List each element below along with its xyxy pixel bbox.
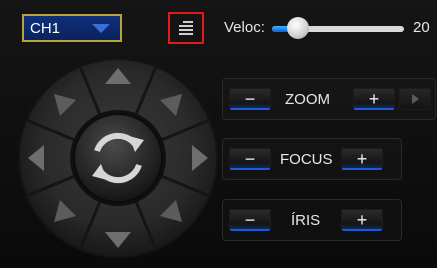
channel-select[interactable]: CH1	[22, 14, 122, 42]
focus-control-row: − FOCUS +	[222, 138, 402, 180]
play-icon	[411, 94, 419, 104]
focus-minus-button[interactable]: −	[229, 148, 271, 170]
speed-label: Veloc:	[224, 19, 265, 36]
focus-label: FOCUS	[280, 151, 333, 168]
speed-slider[interactable]	[272, 17, 404, 39]
iris-plus-button[interactable]: +	[341, 209, 383, 231]
zoom-label: ZOOM	[285, 91, 330, 108]
iris-minus-button[interactable]: −	[229, 209, 271, 231]
zoom-minus-button[interactable]: −	[229, 88, 271, 110]
chevron-down-icon	[92, 23, 110, 33]
speed-slider-thumb[interactable]	[287, 17, 309, 39]
iris-label: ÍRIS	[291, 212, 321, 229]
auto-rotate-button[interactable]	[73, 113, 163, 203]
zoom-plus-button[interactable]: +	[353, 88, 395, 110]
zoom-extra-button[interactable]	[399, 88, 431, 110]
list-menu-icon	[179, 19, 193, 37]
zoom-control-row: − ZOOM +	[222, 78, 436, 120]
menu-button[interactable]	[168, 12, 204, 44]
speed-value: 20	[413, 19, 430, 36]
iris-control-row: − ÍRIS +	[222, 199, 402, 241]
ptz-direction-wheel	[18, 58, 218, 258]
ptz-control-panel: CH1 Veloc: 20 − ZOOM + − FOCUS + − ÍRIS …	[0, 0, 437, 268]
channel-select-value: CH1	[30, 19, 61, 37]
focus-plus-button[interactable]: +	[341, 148, 383, 170]
